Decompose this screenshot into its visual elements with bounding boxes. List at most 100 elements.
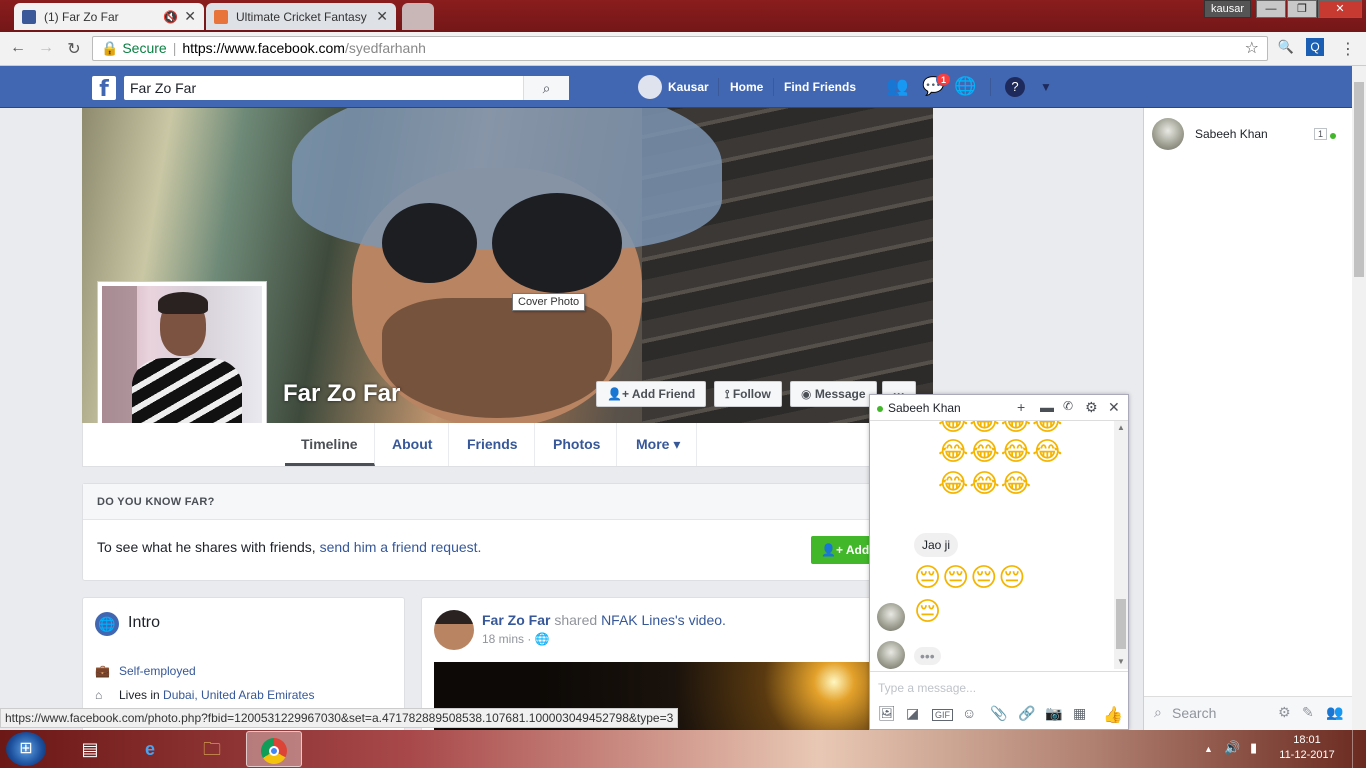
volume-icon[interactable]: 🔊 (1224, 740, 1240, 756)
chat-window: Sabeeh Khan + ▬ ✆ ⚙ ✕ 😂😂😂😂 😂😂😂😂 😂😂😂 Jao … (869, 394, 1129, 730)
scrollbar-thumb[interactable] (1116, 599, 1126, 649)
messenger-icon: ◉ (801, 387, 815, 401)
scrollbar-thumb[interactable] (1354, 82, 1364, 277)
avatar[interactable] (638, 75, 662, 99)
chat-scrollbar[interactable]: ▲ ▼ (1114, 421, 1128, 669)
folder-icon[interactable]: 🗀 (184, 731, 240, 767)
link-icon[interactable]: 🔗 (1018, 705, 1035, 722)
start-button[interactable]: ⊞ (6, 732, 46, 766)
page-scrollbar[interactable] (1352, 66, 1366, 730)
public-globe-icon: 🌐 (534, 632, 550, 646)
sticker-icon[interactable]: ◪ (906, 705, 919, 722)
menu-icon[interactable]: ⋮ (1338, 39, 1358, 59)
facebook-header: f Far Zo Far ⌕ Kausar Home Find Friends … (0, 66, 1352, 108)
camera-icon[interactable]: 📷 (1045, 705, 1062, 722)
avatar[interactable] (434, 610, 474, 650)
message-button[interactable]: ◉ Message (790, 381, 877, 407)
post-timestamp[interactable]: 18 mins · 🌐 (482, 632, 550, 646)
post-header: Far Zo Far shared NFAK Lines's video. (482, 612, 726, 628)
minimize-button[interactable]: — (1256, 0, 1286, 18)
browser-tab-active[interactable]: (1) Far Zo Far 🔇 ✕ (14, 3, 204, 30)
rss-icon: ⟟ (725, 387, 733, 401)
back-icon[interactable]: ← (8, 39, 28, 57)
gear-icon[interactable]: ⚙ (1278, 704, 1291, 721)
search-extension-icon[interactable]: 🔍 (1276, 39, 1296, 55)
address-bar[interactable]: 🔒 Secure | https://www.facebook.com/syedfa… (92, 36, 1268, 61)
tab-more[interactable]: More ▾ (620, 423, 698, 466)
tray-clock[interactable]: 18:01 11-12-2017 (1277, 733, 1337, 763)
maximize-button[interactable]: ❐ (1287, 0, 1317, 18)
bookmark-star-icon[interactable]: ☆ (1245, 37, 1259, 60)
compose-icon[interactable]: ✎ (1302, 704, 1314, 721)
url-host: https://www.facebook.com (182, 40, 345, 56)
show-desktop-button[interactable] (1352, 730, 1366, 768)
winamp-icon[interactable]: ▤ (62, 731, 118, 767)
home-link[interactable]: Home (730, 80, 763, 94)
notifications-globe-icon[interactable]: 🌐 (954, 76, 976, 97)
tab-photos[interactable]: Photos (537, 423, 618, 466)
group-icon[interactable]: 👥 (1326, 704, 1343, 721)
tab-close-icon[interactable]: ✕ (376, 8, 388, 25)
gif-icon[interactable]: GIF (932, 709, 953, 721)
add-friend-button[interactable]: 👤+ Add Friend (596, 381, 707, 407)
chrome-icon[interactable] (246, 731, 302, 767)
add-people-icon[interactable]: + (1017, 399, 1025, 415)
internet-explorer-icon[interactable]: e (122, 731, 178, 767)
scroll-down-icon[interactable]: ▼ (1117, 657, 1125, 666)
mute-icon[interactable]: 🔇 (163, 10, 178, 24)
friend-request-link[interactable]: send him a friend request. (320, 539, 482, 555)
close-window-button[interactable]: ✕ (1318, 0, 1362, 18)
chat-contact[interactable]: Sabeeh Khan 1 (1152, 118, 1347, 150)
scroll-up-icon[interactable]: ▲ (1117, 423, 1125, 432)
online-status-icon (1330, 133, 1336, 139)
like-icon[interactable]: 👍 (1103, 705, 1123, 725)
tab-about[interactable]: About (376, 423, 450, 466)
friend-requests-icon[interactable]: 👥 (886, 76, 908, 97)
video-call-icon[interactable]: ▬ (1040, 399, 1054, 415)
photo-icon[interactable]: 🖼 (878, 705, 896, 722)
follow-button[interactable]: ⟟ Follow (714, 381, 782, 407)
facebook-logo-icon[interactable]: f (92, 76, 116, 102)
know-user-text: To see what he shares with friends, (97, 539, 316, 555)
profile-link[interactable]: Kausar (668, 80, 709, 94)
battery-icon[interactable]: ▮ (1250, 740, 1257, 756)
clock-date: 11-12-2017 (1279, 749, 1335, 761)
emoji-message: 😂😂😂😂 (938, 437, 1064, 467)
browser-toolbar: ← → ↻ 🔒 Secure | https://www.facebook.com/… (0, 32, 1366, 66)
close-icon[interactable]: ✕ (1108, 399, 1120, 416)
chat-contact-name[interactable]: Sabeeh Khan (888, 401, 961, 415)
profile-name[interactable]: Far Zo Far (283, 380, 400, 408)
reload-icon[interactable]: ↻ (64, 39, 84, 59)
find-friends-link[interactable]: Find Friends (784, 80, 856, 94)
new-tab-button[interactable] (402, 3, 434, 30)
contact-name: Sabeeh Khan (1195, 127, 1268, 141)
help-icon[interactable]: ? (1005, 77, 1025, 97)
message-input[interactable]: Type a message... (878, 681, 976, 695)
emoji-message: 😂😂😂 (938, 469, 1033, 499)
search-button[interactable]: ⌕ (523, 76, 569, 100)
tab-title: Ultimate Cricket Fantasy (236, 9, 367, 24)
search-input[interactable]: Far Zo Far ⌕ (124, 76, 569, 100)
chat-search-input[interactable]: ⌕ Search ⚙ ✎ 👥 (1144, 696, 1352, 730)
forward-icon[interactable]: → (36, 39, 56, 57)
phone-icon[interactable]: ✆ (1063, 399, 1073, 413)
chevron-down-icon[interactable]: ▼ (1040, 80, 1052, 94)
emoji-icon[interactable]: ☺ (962, 705, 976, 721)
extension-icon[interactable]: Q (1306, 38, 1324, 56)
table-icon[interactable]: ▦ (1073, 705, 1086, 722)
emoji-message: 😂😂😂😂 (938, 421, 1064, 437)
tab-close-icon[interactable]: ✕ (184, 8, 196, 25)
tab-title: (1) Far Zo Far (44, 9, 119, 24)
post-target-link[interactable]: NFAK Lines (601, 612, 675, 628)
attachment-icon[interactable]: 📎 (990, 705, 1007, 722)
post-author-link[interactable]: Far Zo Far (482, 612, 550, 628)
chat-search-placeholder: Search (1172, 705, 1217, 721)
chat-window-header[interactable]: Sabeeh Khan + ▬ ✆ ⚙ ✕ (870, 395, 1128, 421)
tab-timeline[interactable]: Timeline (285, 423, 375, 466)
window-user-badge[interactable]: kausar (1203, 0, 1251, 18)
tab-friends[interactable]: Friends (451, 423, 535, 466)
clock-time: 18:01 (1293, 734, 1321, 746)
tray-expand-icon[interactable]: ▲ (1204, 744, 1213, 754)
gear-icon[interactable]: ⚙ (1085, 399, 1098, 416)
browser-tab[interactable]: Ultimate Cricket Fantasy ✕ (206, 3, 396, 30)
